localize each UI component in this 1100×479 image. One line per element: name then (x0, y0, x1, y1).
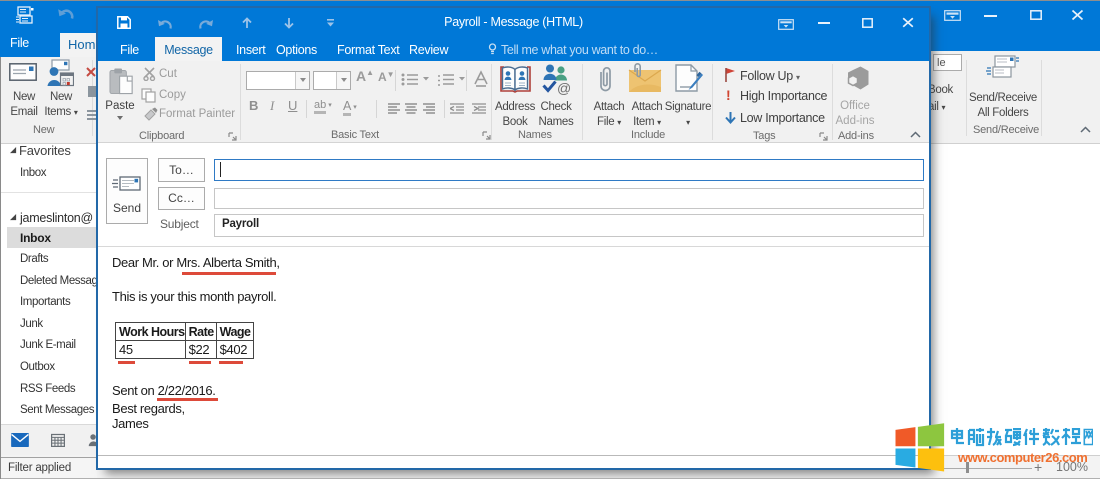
svg-text:@: @ (557, 80, 571, 95)
